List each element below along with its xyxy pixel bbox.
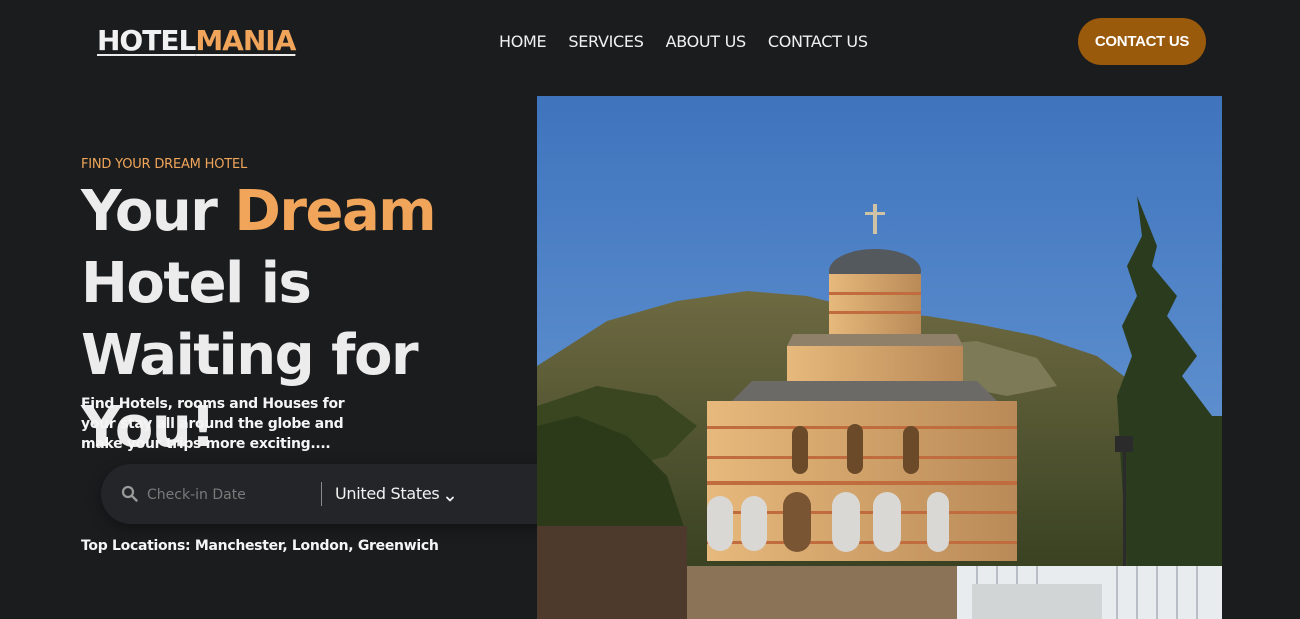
hero-image bbox=[537, 96, 1222, 619]
nav-contact-us[interactable]: CONTACT US bbox=[768, 32, 868, 51]
main-nav: HOME SERVICES ABOUT US CONTACT US bbox=[499, 32, 890, 51]
headline-accent: Dream bbox=[234, 179, 436, 244]
search-bar: United States bbox=[101, 464, 601, 524]
check-in-date-input[interactable] bbox=[145, 484, 309, 506]
headline-part-1: Your bbox=[81, 179, 235, 244]
logo-part-hotel: HOTEL bbox=[97, 24, 196, 57]
country-select[interactable]: United States bbox=[335, 484, 455, 503]
nav-home[interactable]: HOME bbox=[499, 32, 547, 51]
country-select-value: United States bbox=[335, 484, 440, 503]
search-icon bbox=[121, 485, 138, 502]
top-locations: Top Locations: Manchester, London, Green… bbox=[81, 538, 439, 554]
search-divider bbox=[321, 482, 322, 506]
chevron-down-icon bbox=[445, 489, 455, 501]
hero-eyebrow: FIND YOUR DREAM HOTEL bbox=[81, 157, 248, 172]
logo[interactable]: HOTELMANIA bbox=[97, 24, 296, 57]
nav-services[interactable]: SERVICES bbox=[568, 32, 644, 51]
nav-about-us[interactable]: ABOUT US bbox=[666, 32, 747, 51]
hero-description: Find Hotels, rooms and Houses for your s… bbox=[81, 396, 345, 452]
logo-part-mania: MANIA bbox=[195, 24, 296, 57]
contact-us-button[interactable]: CONTACT US bbox=[1078, 18, 1206, 65]
